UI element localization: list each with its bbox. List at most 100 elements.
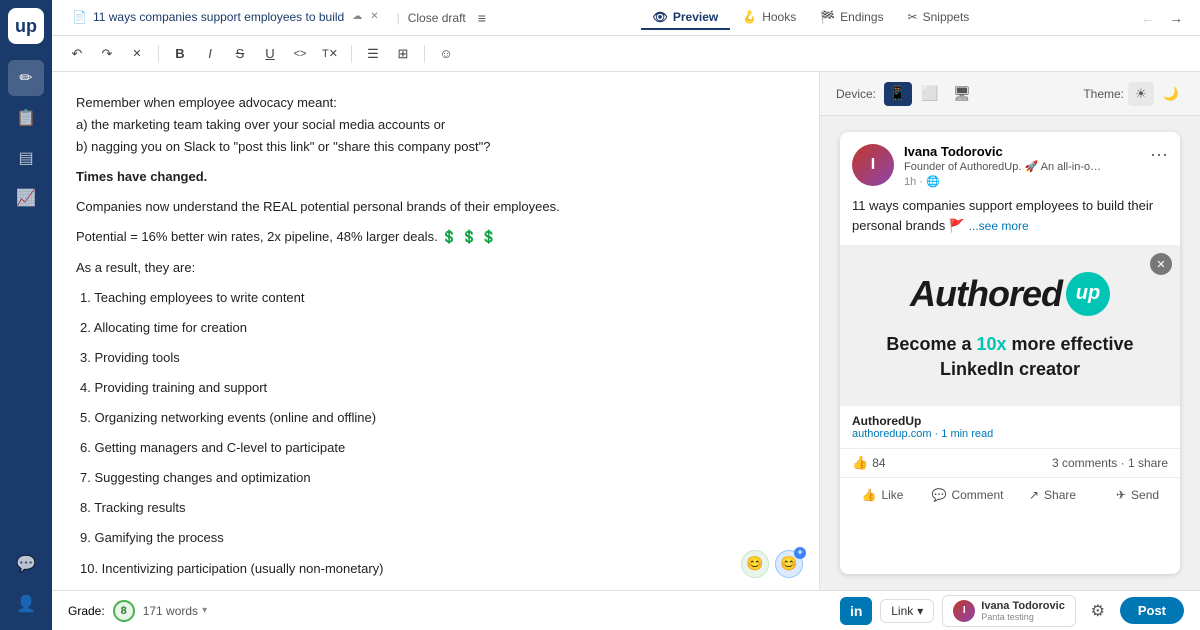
cta-text: Become a 10x more effectiveLinkedIn crea… [886,332,1133,382]
content-area: Remember when employee advocacy meant:a)… [52,72,1200,590]
list-item-9: 9. Gamifying the process [76,527,795,549]
cta-highlight: 10x [976,334,1006,354]
emoji-tool-1[interactable]: 😊 [741,550,769,578]
bold-button[interactable]: B [167,41,193,67]
comment-icon: 💬 [932,488,947,502]
image-close-button[interactable]: ✕ [1150,253,1172,275]
list-item-7: 7. Suggesting changes and optimization [76,467,795,489]
back-arrow[interactable]: ← [1136,6,1160,30]
hooks-label: Hooks [762,10,796,24]
device-label: Device: [836,87,876,101]
light-theme-button[interactable]: ☀ [1128,82,1154,106]
linkedin-badge: in [840,597,872,625]
grade-label: Grade: [68,604,105,618]
send-icon: ✈ [1116,488,1126,502]
emoji-tools: 😊 😊 + [741,550,803,578]
link-arrow-icon: ▾ [917,604,923,618]
card-image-block: ✕ Authored up Become a 10x more effectiv… [840,245,1180,405]
sidebar-item-edit[interactable]: ✏ [8,60,44,96]
like-label: Like [881,488,903,502]
preview-icon: 👁 [653,10,668,24]
author-subtitle: Founder of AuthoredUp. 🚀 An all-in-one L… [904,160,1104,173]
toolbar-separator-3 [424,45,425,63]
share-label: Share [1044,488,1076,502]
snippets-label: Snippets [923,10,970,24]
strikethrough-button[interactable]: S [227,41,253,67]
reactions-count: 84 [872,456,885,470]
bottom-right: in Link ▾ I Ivana Todorovic Panta testin… [840,595,1184,627]
word-count-arrow[interactable]: ▾ [202,605,207,616]
user-selector[interactable]: I Ivana Todorovic Panta testing [942,595,1076,627]
forward-arrow[interactable]: → [1164,6,1188,30]
post-time: 1h · 🌐 [904,175,1140,188]
underline-button[interactable]: U [257,41,283,67]
tablet-device-button[interactable]: ⬜ [916,82,944,106]
italic-button[interactable]: I [197,41,223,67]
comment-action-button[interactable]: 💬 Comment [925,482,1010,508]
bottom-bar: Grade: 8 171 words ▾ in Link ▾ I Ivana T… [52,590,1200,630]
preview-pane: Device: 📱 ⬜ 🖥 Theme: ☀ 🌙 I [820,72,1200,590]
sidebar-item-chat[interactable]: 💬 [8,546,44,582]
clear-button[interactable]: ✕ [124,41,150,67]
user-sub: Panta testing [981,612,1065,622]
sidebar: up ✏ 📋 ▤ 📈 💬 👤 [0,0,52,630]
editor-pane[interactable]: Remember when employee advocacy meant:a)… [52,72,820,590]
code-button[interactable]: <> [287,41,313,67]
comment-label: Comment [951,488,1003,502]
endings-icon: 🏁 [820,10,835,24]
separator: | [397,11,400,25]
list-item-6: 6. Getting managers and C-level to parti… [76,437,795,459]
sidebar-item-document[interactable]: 📋 [8,100,44,136]
card-stats: 👍 84 3 comments · 1 share [840,448,1180,477]
tab-hooks[interactable]: 🪝 Hooks [730,6,808,30]
card-more-button[interactable]: ··· [1150,144,1168,165]
user-name: Ivana Todorovic [981,600,1065,612]
settings-button[interactable]: ⚙ [1084,597,1112,625]
authored-text: Authored [910,273,1062,315]
link-button[interactable]: Link ▾ [880,599,934,623]
editor-as-result: As a result, they are: [76,257,795,279]
list-item-4: 4. Providing training and support [76,377,795,399]
list-item-5: 5. Organizing networking events (online … [76,407,795,429]
dark-theme-button[interactable]: 🌙 [1158,82,1184,106]
preview-content: I Ivana Todorovic Founder of AuthoredUp.… [820,116,1200,590]
grade-value: 8 [121,605,127,617]
more-menu-button[interactable]: ≡ [478,10,486,26]
tab-snippets[interactable]: ✂ Snippets [896,6,982,30]
endings-label: Endings [840,10,883,24]
grade-badge: 8 [113,600,135,622]
app-logo[interactable]: up [8,8,44,44]
unordered-list-button[interactable]: ☰ [360,41,386,67]
up-badge: up [1066,272,1110,316]
snippets-icon: ✂ [908,10,918,24]
share-action-button[interactable]: ↗ Share [1010,482,1095,508]
device-buttons: 📱 ⬜ 🖥 [884,82,976,106]
linkedin-card: I Ivana Todorovic Founder of AuthoredUp.… [840,132,1180,574]
tab-preview[interactable]: 👁 Preview [641,6,731,30]
theme-label: Theme: [1083,87,1124,101]
mobile-device-button[interactable]: 📱 [884,82,912,106]
like-reaction-icon: 👍 [852,455,868,471]
send-action-button[interactable]: ✈ Send [1095,482,1180,508]
source-name: AuthoredUp [852,414,1168,428]
tab-endings[interactable]: 🏁 Endings [808,6,895,30]
redo-button[interactable]: ↷ [94,41,120,67]
ordered-list-button[interactable]: ⊞ [390,41,416,67]
emoji-button[interactable]: ☺ [433,41,459,67]
like-action-button[interactable]: 👍 Like [840,482,925,508]
sidebar-item-print[interactable]: ▤ [8,140,44,176]
hooks-icon: 🪝 [742,10,757,24]
active-tab[interactable]: 📄 11 ways companies support employees to… [64,6,389,30]
emoji-tool-2[interactable]: 😊 + [775,550,803,578]
like-icon: 👍 [862,488,877,502]
see-more-button[interactable]: ...see more [969,219,1029,233]
clear-format-button[interactable]: T✕ [317,41,343,67]
close-draft-button[interactable]: Close draft [408,11,466,25]
sidebar-item-user[interactable]: 👤 [8,586,44,622]
undo-button[interactable]: ↶ [64,41,90,67]
author-name: Ivana Todorovic [904,144,1140,159]
post-button[interactable]: Post [1120,597,1184,624]
tab-close-icon[interactable]: ✕ [368,11,380,22]
desktop-device-button[interactable]: 🖥 [948,82,976,106]
sidebar-item-chart[interactable]: 📈 [8,180,44,216]
